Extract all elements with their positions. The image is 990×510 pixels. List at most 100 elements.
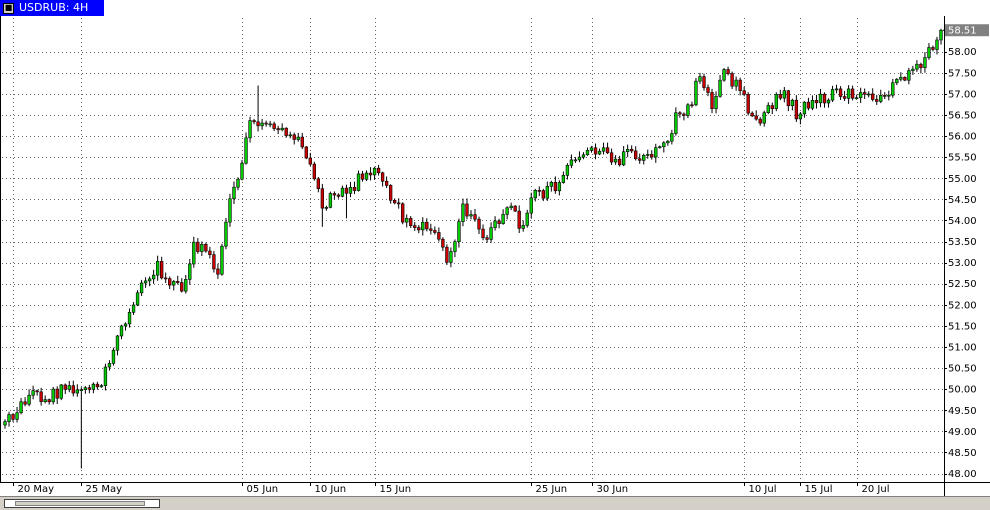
candle (774, 92, 778, 112)
horizontal-scrollbar[interactable] (0, 496, 990, 510)
candle-body (678, 112, 682, 115)
price-tick-label: 52.00 (948, 300, 977, 311)
candle (204, 242, 208, 253)
candle-body (525, 212, 529, 226)
candle-body (774, 94, 778, 109)
candle-body (505, 207, 509, 215)
price-tick-label: 56.50 (948, 111, 977, 122)
time-tick-label: 10 Jul (749, 484, 777, 495)
current-price-marker: 58.51 (943, 24, 989, 37)
candle-body (401, 203, 405, 223)
candle-body (461, 203, 465, 222)
candle-body (537, 190, 541, 192)
candle-body (541, 190, 545, 199)
scroll-thumb[interactable] (15, 501, 145, 506)
price-tick-label: 51.50 (948, 321, 977, 332)
candle-body (513, 205, 517, 212)
candle (722, 68, 726, 82)
candle-body (915, 63, 919, 70)
candle-body (549, 181, 554, 187)
candle-body (742, 90, 746, 95)
candle (445, 244, 449, 266)
candle-body (75, 389, 79, 394)
scroll-track[interactable] (4, 499, 160, 508)
candle-body (818, 93, 823, 104)
candle-body (842, 96, 847, 99)
candle-body (107, 363, 112, 368)
candle-body (352, 187, 357, 191)
candle-body (545, 186, 549, 199)
candle-body (698, 76, 702, 82)
candle-body (308, 157, 312, 165)
candle-body (232, 186, 236, 200)
price-chart[interactable]: 48.00 48.50 49.00 49.50 50.00 50.50 51.00 51.50… (0, 16, 990, 496)
candle-body (421, 221, 425, 231)
candle-body (778, 94, 782, 99)
price-tick-label: 53.00 (948, 258, 977, 269)
candle-body (300, 136, 304, 148)
candle-body (485, 237, 489, 240)
candle-body (654, 147, 658, 158)
plot-background (0, 16, 990, 496)
candle-body (750, 112, 754, 117)
candle (746, 92, 750, 116)
candle-body (409, 218, 413, 226)
candle-body (625, 148, 630, 153)
candle-body (19, 401, 23, 414)
candle-body (517, 210, 521, 229)
candle-body (212, 254, 216, 270)
candle-body (31, 390, 35, 396)
candle-body (529, 197, 533, 214)
candle-body (605, 147, 610, 154)
candle-body (923, 57, 927, 68)
candle-body (388, 185, 393, 201)
candle-body (51, 388, 55, 403)
candle-body (646, 154, 650, 156)
candle-body (838, 88, 843, 97)
time-tick-label: 25 May (86, 484, 123, 495)
candle-body (457, 221, 461, 242)
candle-body (875, 99, 879, 102)
candle-body (850, 88, 855, 99)
candle-body (899, 77, 903, 80)
candle-body (573, 159, 578, 162)
candle-body (830, 89, 835, 101)
candle-body (131, 304, 136, 313)
candle-body (417, 227, 421, 231)
candle-body (613, 158, 618, 163)
candle-body (730, 73, 734, 87)
candle-body (786, 90, 791, 107)
candle-body (405, 218, 409, 223)
candle-body (188, 263, 192, 280)
candle-body (662, 142, 666, 147)
candle-body (260, 122, 264, 127)
candle-body (155, 261, 160, 276)
chart-tab[interactable]: ■ USDRUB: 4H (0, 0, 104, 16)
candle-body (509, 205, 513, 209)
candle-body (437, 232, 441, 240)
candle-body (453, 241, 457, 252)
candle-body (658, 146, 662, 148)
candle-body (690, 104, 694, 107)
candle-body (35, 390, 39, 393)
candle-body (368, 172, 373, 176)
time-tick-label: 20 Jul (862, 484, 890, 495)
candle-body (236, 178, 240, 188)
candle-body (264, 122, 268, 125)
candle-body (115, 335, 120, 351)
candle-body (469, 214, 473, 217)
candle-body (240, 162, 244, 180)
time-tick-label: 10 Jun (315, 484, 347, 495)
candle-body (23, 401, 27, 405)
candle-body (79, 389, 83, 392)
candle-body (561, 175, 566, 183)
candle-body (834, 88, 839, 91)
candle (356, 170, 361, 192)
candle-body (268, 123, 272, 126)
candle-body (766, 105, 770, 113)
candle-body (863, 92, 867, 95)
close-icon[interactable]: ■ (3, 2, 14, 14)
price-tick-label: 49.50 (948, 406, 977, 417)
candle-body (248, 120, 252, 139)
candle-body (718, 79, 722, 97)
